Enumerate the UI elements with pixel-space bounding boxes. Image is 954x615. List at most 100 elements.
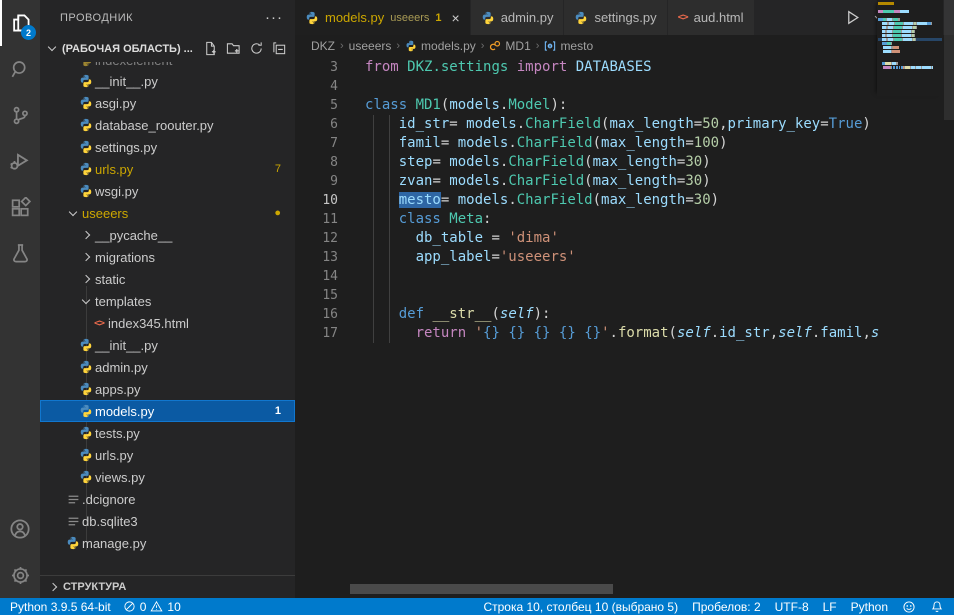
- line-number: 3: [295, 58, 365, 77]
- tree-item-label: templates: [95, 294, 151, 309]
- encoding-status[interactable]: UTF-8: [775, 600, 809, 614]
- breadcrumb-label: DKZ: [311, 39, 335, 53]
- tab-admin-py[interactable]: admin.py: [471, 0, 565, 35]
- run-debug-icon[interactable]: [0, 138, 40, 184]
- tree-item-urls-py[interactable]: urls.py: [40, 444, 295, 466]
- tree-item-templates[interactable]: templates: [40, 290, 295, 312]
- code-line-11[interactable]: 11 class Meta:: [295, 210, 954, 229]
- python-file-icon: [574, 11, 588, 25]
- refresh-icon[interactable]: [249, 41, 264, 56]
- feedback-icon[interactable]: [902, 600, 916, 614]
- tree-item--dcignore[interactable]: .dcignore: [40, 488, 295, 510]
- tree-item-label: asgi.py: [95, 96, 136, 111]
- problems-status[interactable]: 0 10: [123, 600, 181, 614]
- code-line-10[interactable]: 10 mesto= models.CharField(max_length=30…: [295, 191, 954, 210]
- explorer-more-actions-icon[interactable]: ···: [265, 9, 283, 26]
- code-line-7[interactable]: 7 famil= models.CharField(max_length=100…: [295, 134, 954, 153]
- tree-item--pycache-[interactable]: __pycache__: [40, 224, 295, 246]
- python-file-icon: [79, 184, 93, 198]
- tree-item-urls-py[interactable]: urls.py7: [40, 158, 295, 180]
- eol-status[interactable]: LF: [823, 600, 837, 614]
- source-control-icon[interactable]: [0, 92, 40, 138]
- code-line-12[interactable]: 12 db_table = 'dima': [295, 229, 954, 248]
- warning-count: 10: [167, 600, 180, 614]
- vertical-scrollbar[interactable]: [944, 0, 954, 120]
- tree-item-models-py[interactable]: models.py1: [40, 400, 295, 422]
- extensions-icon[interactable]: [0, 184, 40, 230]
- explorer-icon[interactable]: 2: [0, 0, 40, 46]
- code-line-8[interactable]: 8 step= models.CharField(max_length=30): [295, 153, 954, 172]
- python-file-icon: [79, 382, 93, 396]
- python-interpreter-status[interactable]: Python 3.9.5 64-bit: [10, 600, 111, 614]
- tree-item-static[interactable]: static: [40, 268, 295, 290]
- cursor-position-status[interactable]: Строка 10, столбец 10 (выбрано 5): [483, 600, 678, 614]
- code-line-14[interactable]: 14: [295, 267, 954, 286]
- code-line-6[interactable]: 6 id_str= models.CharField(max_length=50…: [295, 115, 954, 134]
- tree-item-wsgi-py[interactable]: wsgi.py: [40, 180, 295, 202]
- code-line-13[interactable]: 13 app_label='useeers': [295, 248, 954, 267]
- code-line-16[interactable]: 16 def __str__(self):: [295, 305, 954, 324]
- code-line-9[interactable]: 9 zvan= models.CharField(max_length=30): [295, 172, 954, 191]
- tree-item-apps-py[interactable]: apps.py: [40, 378, 295, 400]
- html-file-icon: <>: [678, 12, 688, 23]
- minimap[interactable]: [877, 0, 943, 96]
- python-file-icon: [79, 426, 93, 440]
- tree-item-migrations[interactable]: migrations: [40, 246, 295, 268]
- new-folder-icon[interactable]: [226, 41, 241, 56]
- code-line-3[interactable]: 3from DKZ.settings import DATABASES: [295, 58, 954, 77]
- tree-item-database-roouter-py[interactable]: database_roouter.py: [40, 114, 295, 136]
- code-line-17[interactable]: 17 return '{} {} {} {} {}'.format(self.i…: [295, 324, 954, 343]
- tree-item-label: index345.html: [108, 316, 189, 331]
- new-file-icon[interactable]: [203, 41, 218, 56]
- search-icon[interactable]: [0, 46, 40, 92]
- code-editor[interactable]: 3from DKZ.settings import DATABASES45cla…: [295, 56, 954, 598]
- close-tab-icon[interactable]: ×: [452, 10, 460, 26]
- tab-settings-py[interactable]: settings.py: [564, 0, 667, 35]
- line-number: 13: [295, 248, 365, 267]
- chevron-right-icon: [82, 253, 90, 261]
- tree-item-asgi-py[interactable]: asgi.py: [40, 92, 295, 114]
- breadcrumb-item-useeers[interactable]: useeers: [349, 39, 392, 53]
- breadcrumb-item-md1[interactable]: MD1: [489, 39, 530, 53]
- code-line-15[interactable]: 15: [295, 286, 954, 305]
- tree-item--init-py[interactable]: __init__.py: [40, 70, 295, 92]
- tree-item-db-sqlite3[interactable]: db.sqlite3: [40, 510, 295, 532]
- minimap-line: [878, 26, 942, 29]
- tree-item-tests-py[interactable]: tests.py: [40, 422, 295, 444]
- horizontal-scrollbar[interactable]: [350, 584, 613, 594]
- python-file-icon: [79, 338, 93, 352]
- tree-item-indexelement[interactable]: indexelement: [40, 62, 295, 70]
- language-mode-status[interactable]: Python: [851, 600, 888, 614]
- tree-item-admin-py[interactable]: admin.py: [40, 356, 295, 378]
- code-line-4[interactable]: 4: [295, 77, 954, 96]
- code-line-5[interactable]: 5class MD1(models.Model):: [295, 96, 954, 115]
- settings-gear-icon[interactable]: [0, 552, 40, 598]
- tab-label: models.py: [325, 10, 384, 25]
- indentation-status[interactable]: Пробелов: 2: [692, 600, 761, 614]
- python-file-icon: [79, 74, 93, 88]
- tree-item-label: database_roouter.py: [95, 118, 214, 133]
- breadcrumb-item-dkz[interactable]: DKZ: [311, 39, 335, 53]
- run-python-file-icon[interactable]: [844, 9, 861, 26]
- python-file-icon: [79, 118, 93, 132]
- outline-section-header[interactable]: СТРУКТУРА: [40, 575, 295, 598]
- testing-icon[interactable]: [0, 230, 40, 276]
- line-number: 12: [295, 229, 365, 248]
- account-icon[interactable]: [0, 506, 40, 552]
- tree-item-views-py[interactable]: views.py: [40, 466, 295, 488]
- tree-item--init-py[interactable]: __init__.py: [40, 334, 295, 356]
- line-number: 6: [295, 115, 365, 134]
- breadcrumb-item-models-py[interactable]: models.py: [405, 39, 476, 53]
- tree-item-label: models.py: [95, 404, 154, 419]
- tree-item-useeers[interactable]: useeers●: [40, 202, 295, 224]
- line-number: 8: [295, 153, 365, 172]
- breadcrumb-item-mesto[interactable]: mesto: [544, 39, 593, 53]
- tab-aud-html[interactable]: <>aud.html: [668, 0, 755, 35]
- tree-item-settings-py[interactable]: settings.py: [40, 136, 295, 158]
- tab-models-py[interactable]: models.pyuseeers1×: [295, 0, 471, 35]
- notifications-bell-icon[interactable]: [930, 600, 944, 614]
- collapse-all-icon[interactable]: [272, 41, 287, 56]
- tree-item-manage-py[interactable]: manage.py: [40, 532, 295, 554]
- workspace-section-header[interactable]: (РАБОЧАЯ ОБЛАСТЬ) ...: [40, 35, 295, 62]
- tree-item-index345-html[interactable]: <>index345.html: [40, 312, 295, 334]
